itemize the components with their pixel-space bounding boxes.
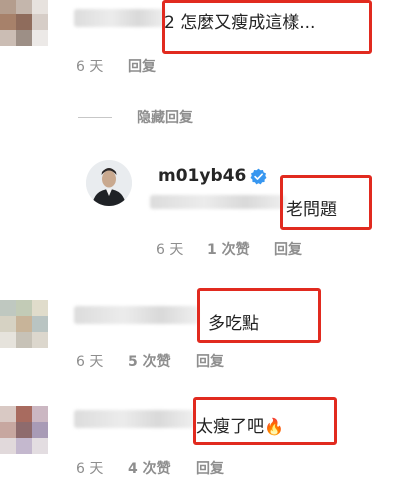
username-blurred[interactable] (74, 9, 166, 27)
likes-count[interactable]: 1 次赞 (207, 239, 250, 259)
reply-button[interactable]: 回复 (196, 458, 224, 478)
comment-time: 6 天 (76, 354, 104, 370)
profile-photo (86, 160, 132, 206)
highlight-box (197, 288, 321, 343)
username[interactable]: m01yb46 (158, 166, 246, 186)
avatar[interactable] (86, 160, 132, 206)
username-blurred[interactable] (74, 410, 194, 428)
comment-time: 6 天 (76, 461, 104, 477)
avatar[interactable] (0, 406, 48, 454)
divider (78, 117, 112, 118)
reply-button[interactable]: 回复 (196, 351, 224, 371)
verified-badge-icon (250, 168, 267, 185)
likes-count[interactable]: 5 次赞 (128, 351, 171, 371)
comment-meta: 6 天 (76, 56, 103, 76)
comment-time: 6 天 (156, 242, 184, 258)
highlight-box (162, 0, 372, 54)
comment-time: 6 天 (76, 59, 104, 75)
avatar[interactable] (0, 300, 48, 348)
avatar[interactable] (0, 0, 48, 46)
likes-count[interactable]: 4 次赞 (128, 458, 171, 478)
username-blurred[interactable] (74, 306, 198, 324)
highlight-box (280, 175, 372, 230)
highlight-box (193, 397, 337, 445)
hide-replies-button[interactable]: 隐藏回复 (137, 107, 193, 127)
reply-text-blurred (150, 195, 286, 209)
reply-button[interactable]: 回复 (274, 239, 302, 259)
reply-button[interactable]: 回复 (128, 56, 156, 76)
